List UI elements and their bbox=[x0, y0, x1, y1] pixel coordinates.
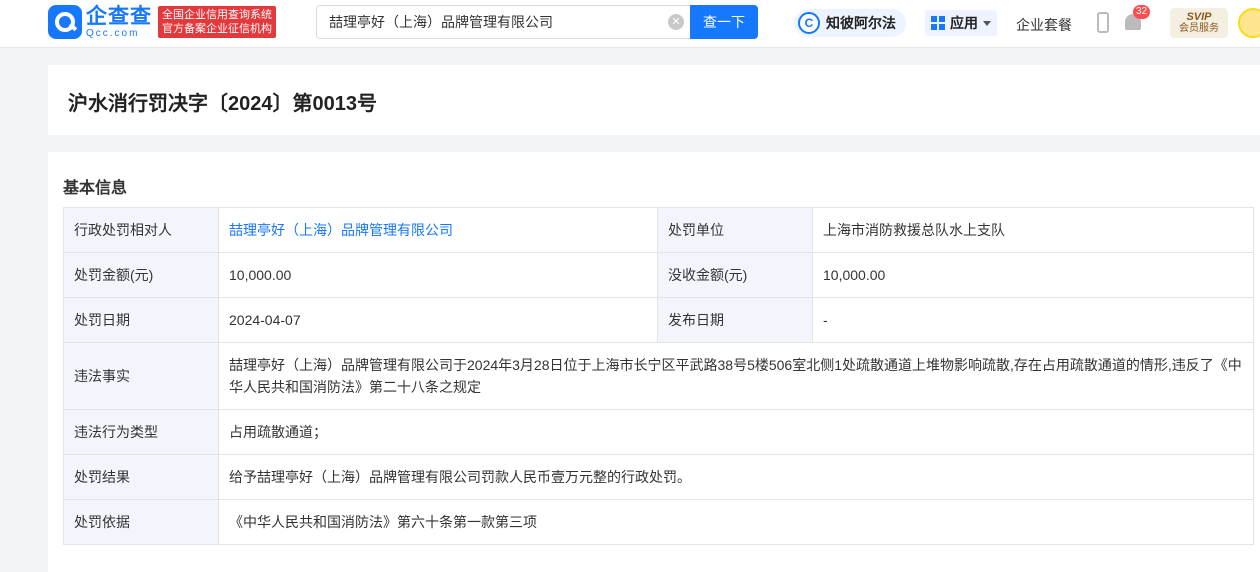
table-row: 处罚结果 给予喆理亭好（上海）品牌管理有限公司罚款人民币壹万元整的行政处罚。 bbox=[63, 454, 1254, 500]
violation-type-key: 违法行为类型 bbox=[63, 409, 219, 455]
amount-key: 处罚金额(元) bbox=[63, 252, 219, 298]
result-value: 给予喆理亭好（上海）品牌管理有限公司罚款人民币壹万元整的行政处罚。 bbox=[218, 454, 1254, 500]
party-company-link[interactable]: 喆理亭好（上海）品牌管理有限公司 bbox=[229, 222, 453, 238]
logo-text: 企查查 bbox=[86, 4, 152, 28]
table-row: 违法行为类型 占用疏散通道； bbox=[63, 409, 1254, 455]
result-key: 处罚结果 bbox=[63, 454, 219, 500]
title-card: 沪水消行罚决字〔2024〕第0013号 bbox=[48, 65, 1260, 135]
facts-value: 喆理亭好（上海）品牌管理有限公司于2024年3月28日位于上海市长宁区平武路38… bbox=[218, 342, 1254, 410]
facts-key: 违法事实 bbox=[63, 342, 219, 410]
section-title: 基本信息 bbox=[63, 180, 128, 197]
logo-subtext: Qcc.com bbox=[86, 27, 140, 39]
confiscated-key: 没收金额(元) bbox=[657, 252, 813, 298]
violation-type-value: 占用疏散通道； bbox=[218, 409, 1254, 455]
party-key: 行政处罚相对人 bbox=[63, 207, 219, 253]
apps-menu[interactable]: 应用 bbox=[925, 10, 997, 36]
svip-member-button[interactable]: SVIP 会员服务 bbox=[1170, 8, 1228, 38]
search-input[interactable] bbox=[329, 14, 668, 30]
top-header: 企查查 Qcc.com 全国企业信用查询系统 官方备案企业征信机构 ✕ 查一下 … bbox=[0, 0, 1260, 48]
amount-value: 10,000.00 bbox=[218, 252, 658, 298]
search-button[interactable]: 查一下 bbox=[690, 5, 758, 39]
qcc-logo[interactable]: 企查查 Qcc.com 全国企业信用查询系统 官方备案企业征信机构 bbox=[48, 5, 276, 39]
notification-badge: 32 bbox=[1133, 5, 1151, 19]
basis-key: 处罚依据 bbox=[63, 499, 219, 545]
enterprise-package-link[interactable]: 企业套餐 bbox=[1016, 15, 1072, 35]
avatar[interactable] bbox=[1238, 8, 1260, 38]
table-row: 处罚依据 《中华人民共和国消防法》第六十条第一款第三项 bbox=[63, 499, 1254, 545]
date-value: 2024-04-07 bbox=[218, 297, 658, 343]
unit-key: 处罚单位 bbox=[657, 207, 813, 253]
basis-value: 《中华人民共和国消防法》第六十条第一款第三项 bbox=[218, 499, 1254, 545]
qcc-logo-icon bbox=[48, 5, 82, 39]
basic-info-card: 基本信息 行政处罚相对人 喆理亭好（上海）品牌管理有限公司 处罚单位 上海市消防… bbox=[48, 152, 1260, 572]
page-title: 沪水消行罚决字〔2024〕第0013号 bbox=[68, 93, 377, 115]
table-row: 处罚金额(元) 10,000.00 没收金额(元) 10,000.00 bbox=[63, 252, 1254, 298]
alpha-logo-icon: C bbox=[798, 12, 820, 34]
apps-grid-icon bbox=[931, 16, 945, 30]
chevron-down-icon bbox=[983, 20, 991, 26]
table-row: 行政处罚相对人 喆理亭好（上海）品牌管理有限公司 处罚单位 上海市消防救援总队水… bbox=[63, 207, 1254, 253]
zbaef-alpha-button[interactable]: C 知彼阿尔法 bbox=[794, 9, 906, 37]
search-box: ✕ bbox=[316, 5, 690, 39]
official-badge: 全国企业信用查询系统 官方备案企业征信机构 bbox=[158, 6, 276, 38]
table-row: 处罚日期 2024-04-07 发布日期 - bbox=[63, 297, 1254, 343]
penalty-info-table: 行政处罚相对人 喆理亭好（上海）品牌管理有限公司 处罚单位 上海市消防救援总队水… bbox=[63, 207, 1254, 545]
publish-date-key: 发布日期 bbox=[657, 297, 813, 343]
confiscated-value: 10,000.00 bbox=[812, 252, 1254, 298]
unit-value: 上海市消防救援总队水上支队 bbox=[812, 207, 1254, 253]
phone-icon[interactable] bbox=[1097, 12, 1109, 33]
publish-date-value: - bbox=[812, 297, 1254, 343]
date-key: 处罚日期 bbox=[63, 297, 219, 343]
clear-icon[interactable]: ✕ bbox=[668, 14, 684, 30]
table-row: 违法事实 喆理亭好（上海）品牌管理有限公司于2024年3月28日位于上海市长宁区… bbox=[63, 342, 1254, 410]
